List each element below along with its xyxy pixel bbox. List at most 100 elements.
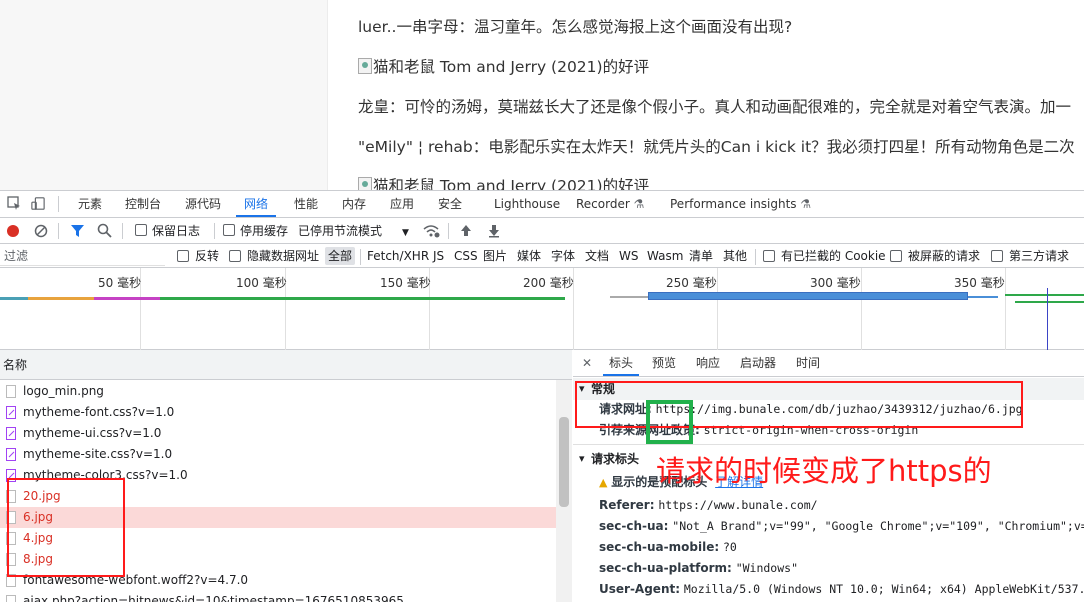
grid-line [1005,268,1006,350]
request-row[interactable]: 8.jpg [0,549,556,570]
image-file-icon [6,511,16,524]
file-icon [6,595,16,602]
request-name: 20.jpg [23,489,61,503]
type-filter-fetch-xhr[interactable]: Fetch/XHR [367,244,429,268]
request-row[interactable]: ajax.php?action=hitnews&id=10&timestamp=… [0,591,556,602]
blocked-requests-checkbox[interactable] [890,250,902,262]
tab-performance-insights[interactable]: Performance insights ⚗ [670,191,811,217]
type-filter-css[interactable]: CSS [454,244,478,268]
tab-elements[interactable]: 元素 [78,191,102,217]
image-file-icon [6,532,16,545]
record-icon[interactable] [6,224,20,238]
name-column-header[interactable]: 名称 [3,356,27,373]
request-row[interactable]: 4.jpg [0,528,556,549]
preserve-log-label: 保留日志 [152,224,201,238]
tab-memory[interactable]: 内存 [342,191,366,217]
tab-recorder[interactable]: Recorder ⚗ [576,191,644,217]
tick-label: 200 毫秒 [523,276,574,290]
type-filter-manifest[interactable]: 清单 [689,244,713,268]
tab-timing[interactable]: 时间 [796,350,820,376]
broken-image-icon [358,177,372,190]
request-name: mytheme-site.css?v=1.0 [23,447,173,461]
request-row[interactable]: 6.jpg [0,507,556,528]
request-url-key: 请求网址: [599,402,652,416]
stylesheet-file-icon [6,427,16,440]
network-conditions-icon[interactable] [422,224,440,238]
inspect-element-icon[interactable] [7,196,21,211]
request-row[interactable]: mytheme-ui.css?v=1.0 [0,423,556,444]
type-filter-ws[interactable]: WS [619,244,638,268]
tick-label: 350 毫秒 [954,276,1005,290]
export-har-icon[interactable] [488,224,500,238]
tab-headers[interactable]: 标头 [603,350,640,376]
tab-sources[interactable]: 源代码 [185,191,221,217]
flask-icon: ⚗ [800,197,812,211]
referrer-policy-row: 引荐来源网址政策: strict-origin-when-cross-origi… [599,420,918,441]
type-filter-media[interactable]: 媒体 [517,244,541,268]
tick-label: 50 毫秒 [98,276,142,290]
tab-security[interactable]: 安全 [438,191,462,217]
type-filter-img[interactable]: 图片 [483,244,507,268]
request-row[interactable]: mytheme-font.css?v=1.0 [0,402,556,423]
network-toolbar: 保留日志 停用缓存 已停用节流模式 ▼ [0,218,1084,244]
tab-network[interactable]: 网络 [236,191,277,217]
blocked-cookies-label: 有已拦截的 Cookie [781,249,886,263]
network-overview-timeline[interactable]: 50 毫秒 100 毫秒 150 毫秒 200 毫秒 250 毫秒 300 毫秒… [0,268,1084,350]
tab-performance-insights-label: Performance insights [670,197,797,211]
tick-label: 100 毫秒 [236,276,287,290]
request-name: 4.jpg [23,531,54,545]
search-icon[interactable] [97,223,112,238]
file-icon [6,574,16,587]
hide-data-urls-checkbox[interactable] [229,250,241,262]
request-row[interactable]: mytheme-color3.css?v=1.0 [0,465,556,486]
filter-icon[interactable] [70,224,85,238]
third-party-checkbox[interactable] [991,250,1003,262]
throttling-select[interactable]: 已停用节流模式 ▼ [298,219,409,243]
scrollbar-thumb[interactable] [559,417,569,507]
type-filter-wasm[interactable]: Wasm [647,244,683,268]
tab-lighthouse[interactable]: Lighthouse [494,191,560,217]
preserve-log-checkbox[interactable] [135,224,147,236]
blocked-cookies-checkbox[interactable] [763,250,775,262]
request-name: 8.jpg [23,552,54,566]
type-filter-doc[interactable]: 文档 [585,244,609,268]
general-section-header[interactable]: 常规 [573,378,1084,400]
import-har-icon[interactable] [460,224,472,238]
close-icon[interactable]: ✕ [582,350,592,376]
page-broken-image-alt: 猫和老鼠 Tom and Jerry (2021)的好评 [358,174,649,190]
web-page-content: luer..一串字母：温习童年。怎么感觉海报上这个画面没有出现? 猫和老鼠 To… [0,0,1084,190]
request-name: fontawesome-webfont.woff2?v=4.7.0 [23,573,249,587]
request-header-row: sec-ch-ua-mobile: ?0 [599,537,737,558]
request-list-scrollbar[interactable] [556,380,572,602]
page-text-line: 龙皇：可怜的汤姆，莫瑞兹长大了还是像个假小子。真人和动画配很难的，完全就是对着空… [358,98,1072,116]
header-key: sec-ch-ua-mobile: [599,540,720,554]
invert-checkbox[interactable] [177,250,189,262]
image-file-icon [6,553,16,566]
type-filter-all[interactable]: 全部 [325,247,356,265]
tab-performance[interactable]: 性能 [294,191,318,217]
tab-response[interactable]: 响应 [696,350,720,376]
tab-console[interactable]: 控制台 [125,191,161,217]
filter-input-box[interactable] [0,245,165,266]
disable-cache-checkbox[interactable] [223,224,235,236]
timeline-bar [1005,294,1084,296]
request-row[interactable]: logo_min.png [0,381,556,402]
clear-icon[interactable] [34,224,48,238]
device-toolbar-icon[interactable] [31,196,45,211]
request-row[interactable]: mytheme-site.css?v=1.0 [0,444,556,465]
request-row[interactable]: 20.jpg [0,486,556,507]
request-name: mytheme-font.css?v=1.0 [23,405,175,419]
header-key: Referer: [599,498,655,512]
request-row[interactable]: fontawesome-webfont.woff2?v=4.7.0 [0,570,556,591]
type-filter-other[interactable]: 其他 [723,244,747,268]
timeline-bar [0,297,28,300]
tab-initiator[interactable]: 启动器 [740,350,776,376]
request-name: mytheme-color3.css?v=1.0 [23,468,188,482]
timeline-bar [968,296,998,298]
type-filter-font[interactable]: 字体 [551,244,575,268]
stylesheet-file-icon [6,406,16,419]
tab-preview[interactable]: 预览 [652,350,676,376]
type-filter-js[interactable]: JS [433,244,444,268]
tab-application[interactable]: 应用 [390,191,414,217]
broken-image-icon [358,58,372,74]
